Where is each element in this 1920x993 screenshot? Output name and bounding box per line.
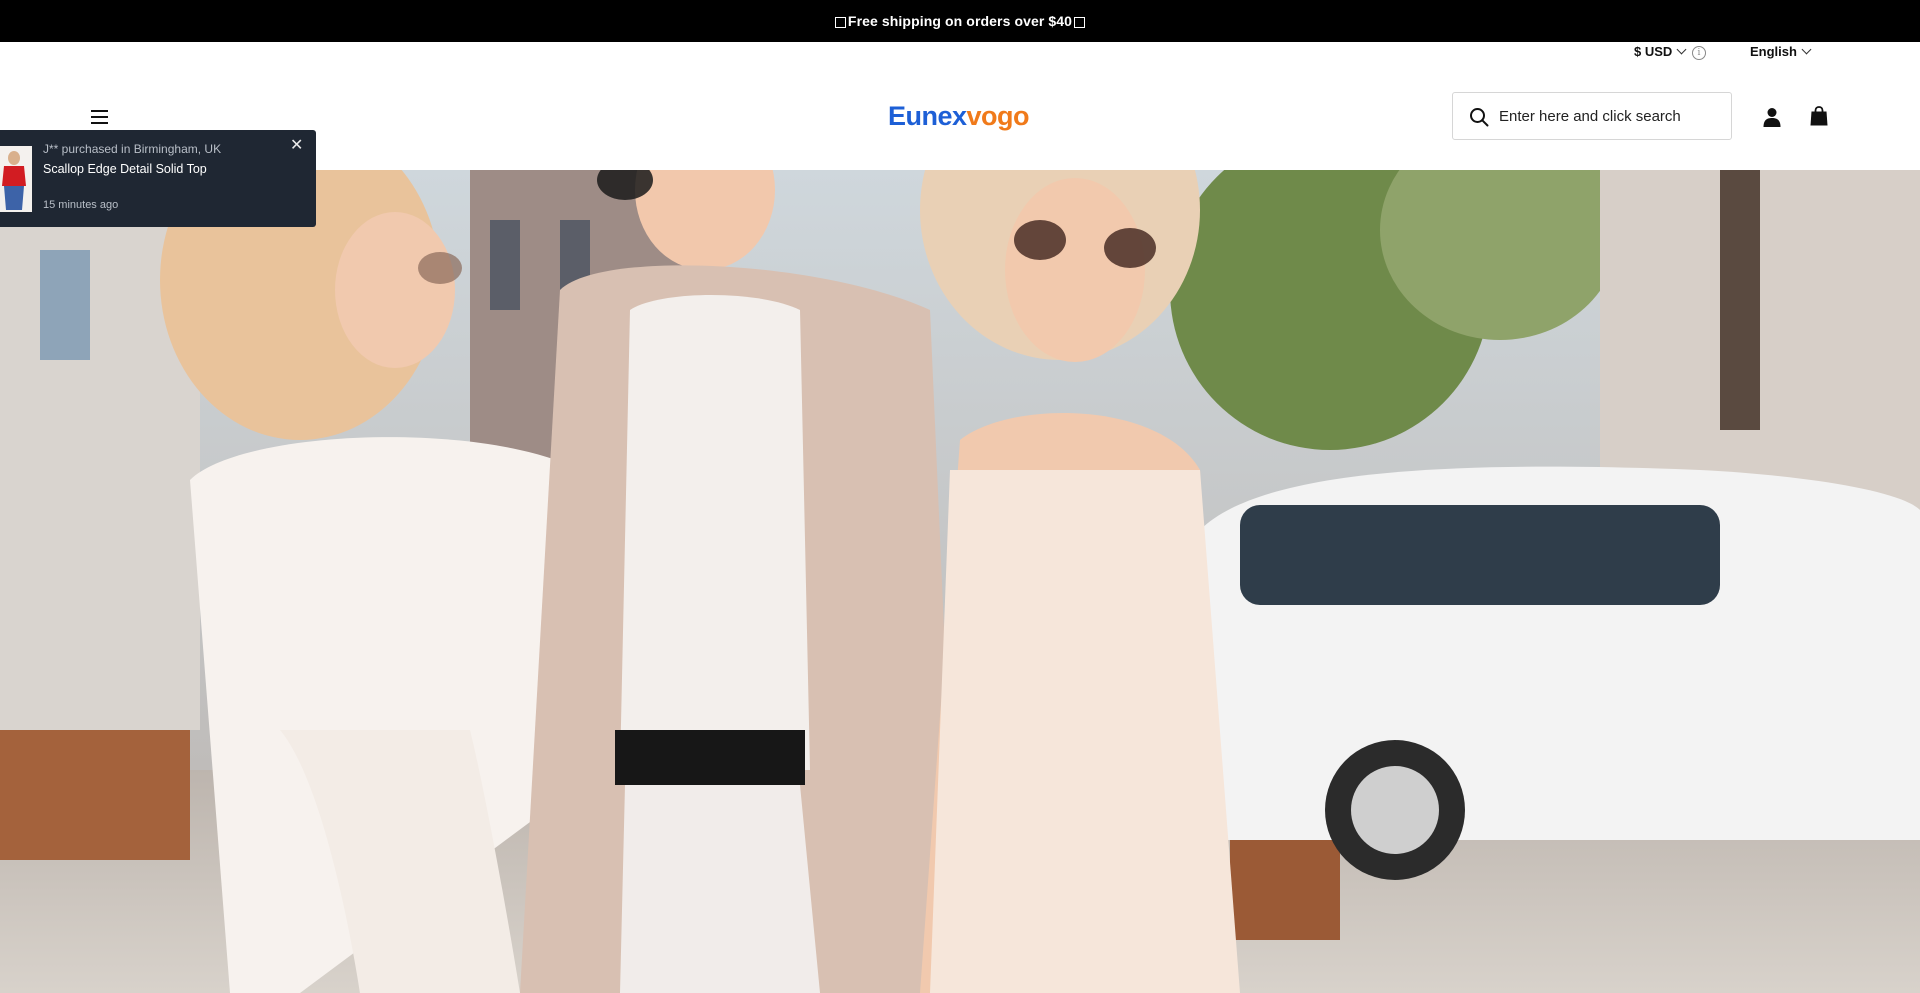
- close-icon[interactable]: ✕: [290, 135, 303, 155]
- hero-image: [0, 170, 1920, 993]
- currency-label: $ USD: [1634, 44, 1673, 59]
- product-name[interactable]: Scallop Edge Detail Solid Top: [43, 162, 207, 176]
- language-selector[interactable]: English: [1750, 44, 1812, 59]
- site-logo[interactable]: Eunexvogo: [888, 101, 1030, 132]
- product-thumbnail[interactable]: [0, 146, 32, 212]
- search-icon[interactable]: [1469, 107, 1489, 127]
- announcement-left-glyph: [834, 16, 846, 28]
- info-icon[interactable]: i: [1692, 46, 1706, 60]
- language-label: English: [1750, 44, 1797, 59]
- logo-part-1: Eunex: [888, 101, 967, 131]
- shopping-bag-icon[interactable]: [1810, 106, 1828, 126]
- currency-selector[interactable]: $ USD: [1634, 44, 1687, 59]
- hero-banner[interactable]: [0, 170, 1920, 993]
- search-box: [1452, 92, 1732, 140]
- purchase-info: J** purchased in Birmingham, UK: [43, 142, 222, 156]
- announcement-right-glyph: [1074, 16, 1086, 28]
- chevron-down-icon: [1801, 44, 1812, 55]
- menu-icon[interactable]: [91, 110, 108, 124]
- recent-purchase-popup[interactable]: J** purchased in Birmingham, UK Scallop …: [0, 130, 316, 227]
- chevron-down-icon: [1676, 44, 1687, 55]
- account-icon[interactable]: [1762, 107, 1782, 127]
- logo-part-2: vogo: [966, 101, 1030, 131]
- utility-bar: $ USD i English: [0, 42, 1920, 64]
- search-input[interactable]: [1499, 103, 1721, 129]
- announcement-text: Free shipping on orders over $40: [847, 13, 1073, 29]
- announcement-bar: Free shipping on orders over $40: [0, 0, 1920, 42]
- purchase-time: 15 minutes ago: [43, 199, 119, 211]
